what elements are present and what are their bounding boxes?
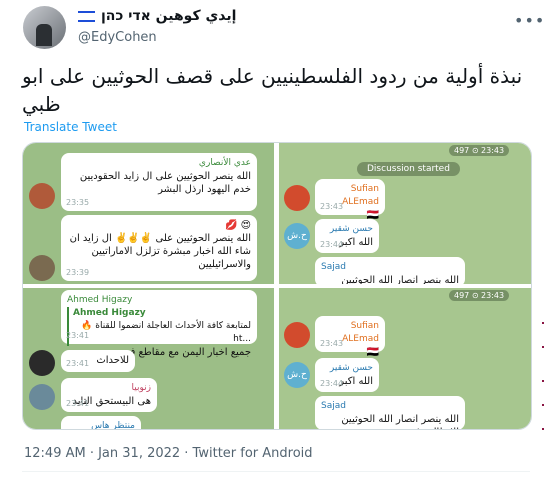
chat-bubble: Sufian ALEmad 🇾🇪 23:43 [315,316,385,358]
forwarded-message: Ahmed Higazy لمتابعة كافة الأحداث العاجل… [67,307,251,346]
chat-bubble: للاحداث 23:41 [61,350,135,372]
divider [22,471,530,472]
tweet-timestamp[interactable]: 12:49 AM · Jan 31, 2022 · Twitter for An… [24,446,313,461]
chat-sender: حسن شقير [329,224,373,234]
chat-time: 23:43 [320,202,344,211]
user-avatar [29,350,55,376]
user-avatar [29,255,55,281]
user-avatar [29,384,55,410]
views-count: 497 ⊙ 23:43 [449,290,510,301]
chat-bubble: 😍 💋 الله ينصر الحوثيين على ✌️✌️✌️ ال زاي… [61,215,257,281]
chat-message: الله ينصر الحوثيين على ✌️✌️✌️ ال زايد ان… [69,233,251,270]
chat-sender: Ahmed Higazy [67,295,133,305]
edge-marker [542,380,544,382]
media-image-2[interactable]: 497 ⊙ 23:43 Discussion started Sufian AL… [279,143,531,284]
translate-tweet-link[interactable]: Translate Tweet [24,120,117,134]
system-message: Discussion started [357,162,460,176]
edge-marker [542,322,544,324]
chat-bubble: منتظر هاس [61,416,141,429]
chat-sender: Sajad [321,401,346,411]
chat-sender: حسن شقير [329,363,373,373]
edge-marker [542,346,544,348]
tweet-text: نبذة أولية من ردود الفلسطينيين على قصف ا… [22,64,523,116]
chat-message: الله ينصر الحوثيين على ال زايد الحقوديين… [79,171,251,195]
user-avatar [29,183,55,209]
forwarded-text: لمتابعة كافة الأحداث العاجلة انضموا للقن… [81,321,251,344]
chat-time: 23:44 [320,379,344,388]
user-avatar [284,185,310,211]
israel-flag-icon [78,10,95,22]
author-handle[interactable]: @EdyCohen [78,30,157,45]
chat-bubble: Sajad الله ينصر انصار الله الحوثيين الاب… [315,396,465,429]
chat-bubble: حسن شقير الله اكبر 23:44 [315,358,379,392]
author-avatar[interactable] [23,6,66,49]
chat-time: 23:41 [66,399,90,408]
chat-message: الله ينصر انصار الله الحوثيين الابطال رغ… [341,414,459,429]
user-avatar: ح.ش [284,362,310,388]
user-avatar: ح.ش [284,223,310,249]
chat-bubble: Sufian ALEmad 🇾🇪 23:43 [315,179,385,221]
chat-bubble: Sajad الله ينصر انصار الله الحوثيين الاب… [315,257,465,284]
chat-time: 23:41 [66,359,90,368]
chat-time: 23:39 [66,268,90,277]
chat-time: 23:41 [66,331,90,340]
author-name-row[interactable]: إيدي كوهين אדי כהן [78,8,236,24]
chat-message: الله ينصر انصار الله الحوثيين الابطال رغ… [341,275,459,284]
more-dots-icon[interactable]: ••• [514,11,545,30]
author-display-name[interactable]: إيدي كوهين אדי כהן [101,8,236,24]
chat-bubble: Ahmed Higazy Ahmed Higazy لمتابعة كافة ا… [61,290,257,358]
edge-marker [542,404,544,406]
media-image-1[interactable]: عدي الأنصاري الله ينصر الحوثيين على ال ز… [23,143,274,284]
chat-time: 23:43 [320,339,344,348]
chat-sender: Sajad [321,262,346,272]
chat-emoji: 😍 💋 [224,220,251,231]
media-image-4[interactable]: 497 ⊙ 23:43 Sufian ALEmad 🇾🇪 23:43 ح.ش ح… [279,288,531,429]
chat-sender: زنوبيا [131,383,151,393]
tweet-media-grid[interactable]: عدي الأنصاري الله ينصر الحوثيين على ال ز… [22,142,532,430]
chat-sender: عدي الأنصاري [198,158,251,168]
chat-time: 23:44 [320,240,344,249]
views-count: 497 ⊙ 23:43 [449,145,510,156]
chat-sender: منتظر هاس [91,421,135,429]
edge-marker [542,428,544,430]
chat-bubble: زنوبيا هى البيستحق التايد 23:41 [61,378,157,412]
chat-time: 23:35 [66,198,90,207]
chat-bubble: عدي الأنصاري الله ينصر الحوثيين على ال ز… [61,153,257,211]
media-image-3[interactable]: Ahmed Higazy Ahmed Higazy لمتابعة كافة ا… [23,288,274,429]
chat-bubble: حسن شقير الله اكبر 23:44 [315,219,379,253]
forwarded-title: Ahmed Higazy [73,308,146,318]
user-avatar [284,322,310,348]
